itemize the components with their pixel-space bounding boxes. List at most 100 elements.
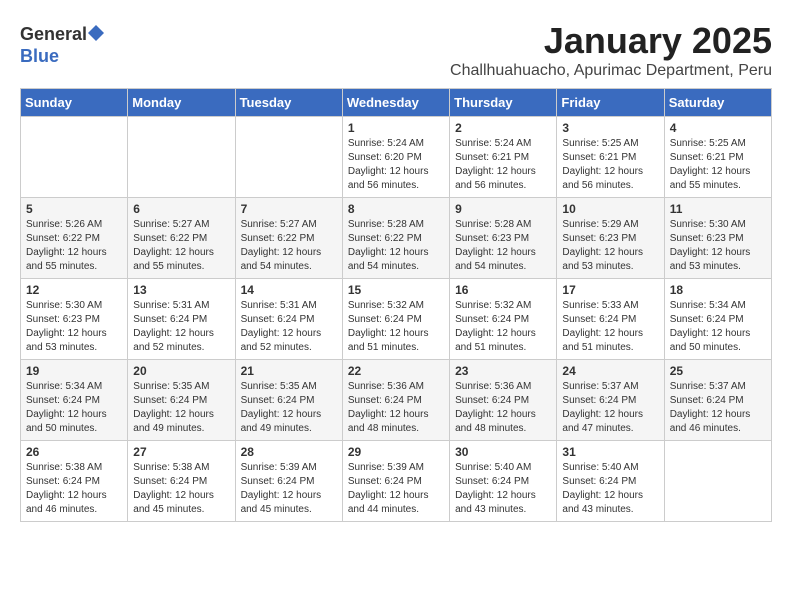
day-info: Sunrise: 5:24 AM Sunset: 6:21 PM Dayligh…: [455, 137, 551, 193]
day-info: Sunrise: 5:34 AM Sunset: 6:24 PM Dayligh…: [26, 380, 122, 436]
day-info: Sunrise: 5:26 AM Sunset: 6:22 PM Dayligh…: [26, 218, 122, 274]
day-number: 10: [562, 202, 658, 216]
calendar-cell: 3 Sunrise: 5:25 AM Sunset: 6:21 PM Daylig…: [557, 117, 664, 198]
calendar-cell: 30Sunrise: 5:40 AM Sunset: 6:24 PM Dayli…: [450, 441, 557, 522]
calendar-cell: 31 Sunrise: 5:40 AM Sunset: 6:24 PM Dayli…: [557, 441, 664, 522]
calendar-cell: 7 Sunrise: 5:27 AM Sunset: 6:22 PM Daylig…: [235, 198, 342, 279]
day-info: Sunrise: 5:39 AM Sunset: 6:24 PM Dayligh…: [241, 461, 337, 517]
day-number: 13: [133, 283, 229, 297]
day-number: 6: [133, 202, 229, 216]
day-number: 30: [455, 445, 551, 459]
day-info: Sunrise: 5:38 AM Sunset: 6:24 PM Dayligh…: [133, 461, 229, 517]
calendar-cell: 4 Sunrise: 5:25 AM Sunset: 6:21 PM Daylig…: [664, 117, 771, 198]
day-info: Sunrise: 5:27 AM Sunset: 6:22 PM Dayligh…: [133, 218, 229, 274]
calendar-cell: 25Sunrise: 5:37 AM Sunset: 6:24 PM Dayli…: [664, 360, 771, 441]
day-info: Sunrise: 5:28 AM Sunset: 6:23 PM Dayligh…: [455, 218, 551, 274]
weekday-header: Wednesday: [342, 89, 449, 117]
day-info: Sunrise: 5:25 AM Sunset: 6:21 PM Dayligh…: [562, 137, 658, 193]
day-number: 5: [26, 202, 122, 216]
logo-icon: [88, 25, 104, 46]
day-info: Sunrise: 5:27 AM Sunset: 6:22 PM Dayligh…: [241, 218, 337, 274]
day-number: 14: [241, 283, 337, 297]
calendar-cell: 13 Sunrise: 5:31 AM Sunset: 6:24 PM Dayli…: [128, 279, 235, 360]
logo-general: General: [20, 24, 87, 44]
day-number: 2: [455, 121, 551, 135]
day-number: 27: [133, 445, 229, 459]
day-number: 21: [241, 364, 337, 378]
weekday-header: Sunday: [21, 89, 128, 117]
day-number: 23: [455, 364, 551, 378]
calendar-cell: 15 Sunrise: 5:32 AM Sunset: 6:24 PM Dayli…: [342, 279, 449, 360]
calendar-cell: [21, 117, 128, 198]
weekday-header: Monday: [128, 89, 235, 117]
calendar-cell: 12Sunrise: 5:30 AM Sunset: 6:23 PM Dayli…: [21, 279, 128, 360]
day-number: 24: [562, 364, 658, 378]
day-number: 11: [670, 202, 766, 216]
calendar-cell: 27 Sunrise: 5:38 AM Sunset: 6:24 PM Dayli…: [128, 441, 235, 522]
day-info: Sunrise: 5:28 AM Sunset: 6:22 PM Dayligh…: [348, 218, 444, 274]
calendar-cell: 21 Sunrise: 5:35 AM Sunset: 6:24 PM Dayli…: [235, 360, 342, 441]
calendar-week-row: 1 Sunrise: 5:24 AM Sunset: 6:20 PM Daylig…: [21, 117, 772, 198]
day-info: Sunrise: 5:35 AM Sunset: 6:24 PM Dayligh…: [241, 380, 337, 436]
calendar-cell: 8 Sunrise: 5:28 AM Sunset: 6:22 PM Daylig…: [342, 198, 449, 279]
day-number: 16: [455, 283, 551, 297]
day-info: Sunrise: 5:36 AM Sunset: 6:24 PM Dayligh…: [348, 380, 444, 436]
day-info: Sunrise: 5:25 AM Sunset: 6:21 PM Dayligh…: [670, 137, 766, 193]
calendar-cell: 28Sunrise: 5:39 AM Sunset: 6:24 PM Dayli…: [235, 441, 342, 522]
day-info: Sunrise: 5:37 AM Sunset: 6:24 PM Dayligh…: [562, 380, 658, 436]
calendar-week-row: 12Sunrise: 5:30 AM Sunset: 6:23 PM Dayli…: [21, 279, 772, 360]
day-number: 17: [562, 283, 658, 297]
day-number: 31: [562, 445, 658, 459]
day-info: Sunrise: 5:36 AM Sunset: 6:24 PM Dayligh…: [455, 380, 551, 436]
day-info: Sunrise: 5:32 AM Sunset: 6:24 PM Dayligh…: [348, 299, 444, 355]
calendar-table: SundayMondayTuesdayWednesdayThursdayFrid…: [20, 88, 772, 522]
day-number: 7: [241, 202, 337, 216]
day-info: Sunrise: 5:39 AM Sunset: 6:24 PM Dayligh…: [348, 461, 444, 517]
calendar-cell: 18 Sunrise: 5:34 AM Sunset: 6:24 PM Dayli…: [664, 279, 771, 360]
calendar-cell: 5 Sunrise: 5:26 AM Sunset: 6:22 PM Daylig…: [21, 198, 128, 279]
calendar-cell: 1 Sunrise: 5:24 AM Sunset: 6:20 PM Daylig…: [342, 117, 449, 198]
calendar-cell: [235, 117, 342, 198]
day-info: Sunrise: 5:31 AM Sunset: 6:24 PM Dayligh…: [241, 299, 337, 355]
day-info: Sunrise: 5:24 AM Sunset: 6:20 PM Dayligh…: [348, 137, 444, 193]
day-number: 20: [133, 364, 229, 378]
calendar-cell: 19Sunrise: 5:34 AM Sunset: 6:24 PM Dayli…: [21, 360, 128, 441]
weekday-header: Thursday: [450, 89, 557, 117]
day-number: 1: [348, 121, 444, 135]
calendar-cell: 22 Sunrise: 5:36 AM Sunset: 6:24 PM Dayli…: [342, 360, 449, 441]
page-title: January 2025: [20, 20, 772, 62]
calendar-cell: 24 Sunrise: 5:37 AM Sunset: 6:24 PM Dayli…: [557, 360, 664, 441]
day-info: Sunrise: 5:31 AM Sunset: 6:24 PM Dayligh…: [133, 299, 229, 355]
calendar-cell: 23 Sunrise: 5:36 AM Sunset: 6:24 PM Dayli…: [450, 360, 557, 441]
calendar-cell: 6 Sunrise: 5:27 AM Sunset: 6:22 PM Daylig…: [128, 198, 235, 279]
day-number: 15: [348, 283, 444, 297]
day-number: 26: [26, 445, 122, 459]
day-info: Sunrise: 5:33 AM Sunset: 6:24 PM Dayligh…: [562, 299, 658, 355]
day-info: Sunrise: 5:29 AM Sunset: 6:23 PM Dayligh…: [562, 218, 658, 274]
day-info: Sunrise: 5:37 AM Sunset: 6:24 PM Dayligh…: [670, 380, 766, 436]
day-number: 29: [348, 445, 444, 459]
calendar-cell: 2 Sunrise: 5:24 AM Sunset: 6:21 PM Daylig…: [450, 117, 557, 198]
weekday-header-row: SundayMondayTuesdayWednesdayThursdayFrid…: [21, 89, 772, 117]
calendar-cell: [128, 117, 235, 198]
page-header: January 2025 Challhuahuacho, Apurimac De…: [20, 20, 772, 80]
calendar-week-row: 19Sunrise: 5:34 AM Sunset: 6:24 PM Dayli…: [21, 360, 772, 441]
day-number: 9: [455, 202, 551, 216]
day-info: Sunrise: 5:40 AM Sunset: 6:24 PM Dayligh…: [562, 461, 658, 517]
day-number: 8: [348, 202, 444, 216]
calendar-cell: 29 Sunrise: 5:39 AM Sunset: 6:24 PM Dayli…: [342, 441, 449, 522]
calendar-cell: 14 Sunrise: 5:31 AM Sunset: 6:24 PM Dayli…: [235, 279, 342, 360]
day-number: 3: [562, 121, 658, 135]
weekday-header: Tuesday: [235, 89, 342, 117]
calendar-cell: 20Sunrise: 5:35 AM Sunset: 6:24 PM Dayli…: [128, 360, 235, 441]
calendar-cell: 16Sunrise: 5:32 AM Sunset: 6:24 PM Dayli…: [450, 279, 557, 360]
weekday-header: Saturday: [664, 89, 771, 117]
day-info: Sunrise: 5:30 AM Sunset: 6:23 PM Dayligh…: [26, 299, 122, 355]
day-number: 22: [348, 364, 444, 378]
day-info: Sunrise: 5:34 AM Sunset: 6:24 PM Dayligh…: [670, 299, 766, 355]
day-number: 18: [670, 283, 766, 297]
day-number: 4: [670, 121, 766, 135]
calendar-cell: 11Sunrise: 5:30 AM Sunset: 6:23 PM Dayli…: [664, 198, 771, 279]
calendar-cell: [664, 441, 771, 522]
logo-blue: Blue: [20, 46, 59, 66]
